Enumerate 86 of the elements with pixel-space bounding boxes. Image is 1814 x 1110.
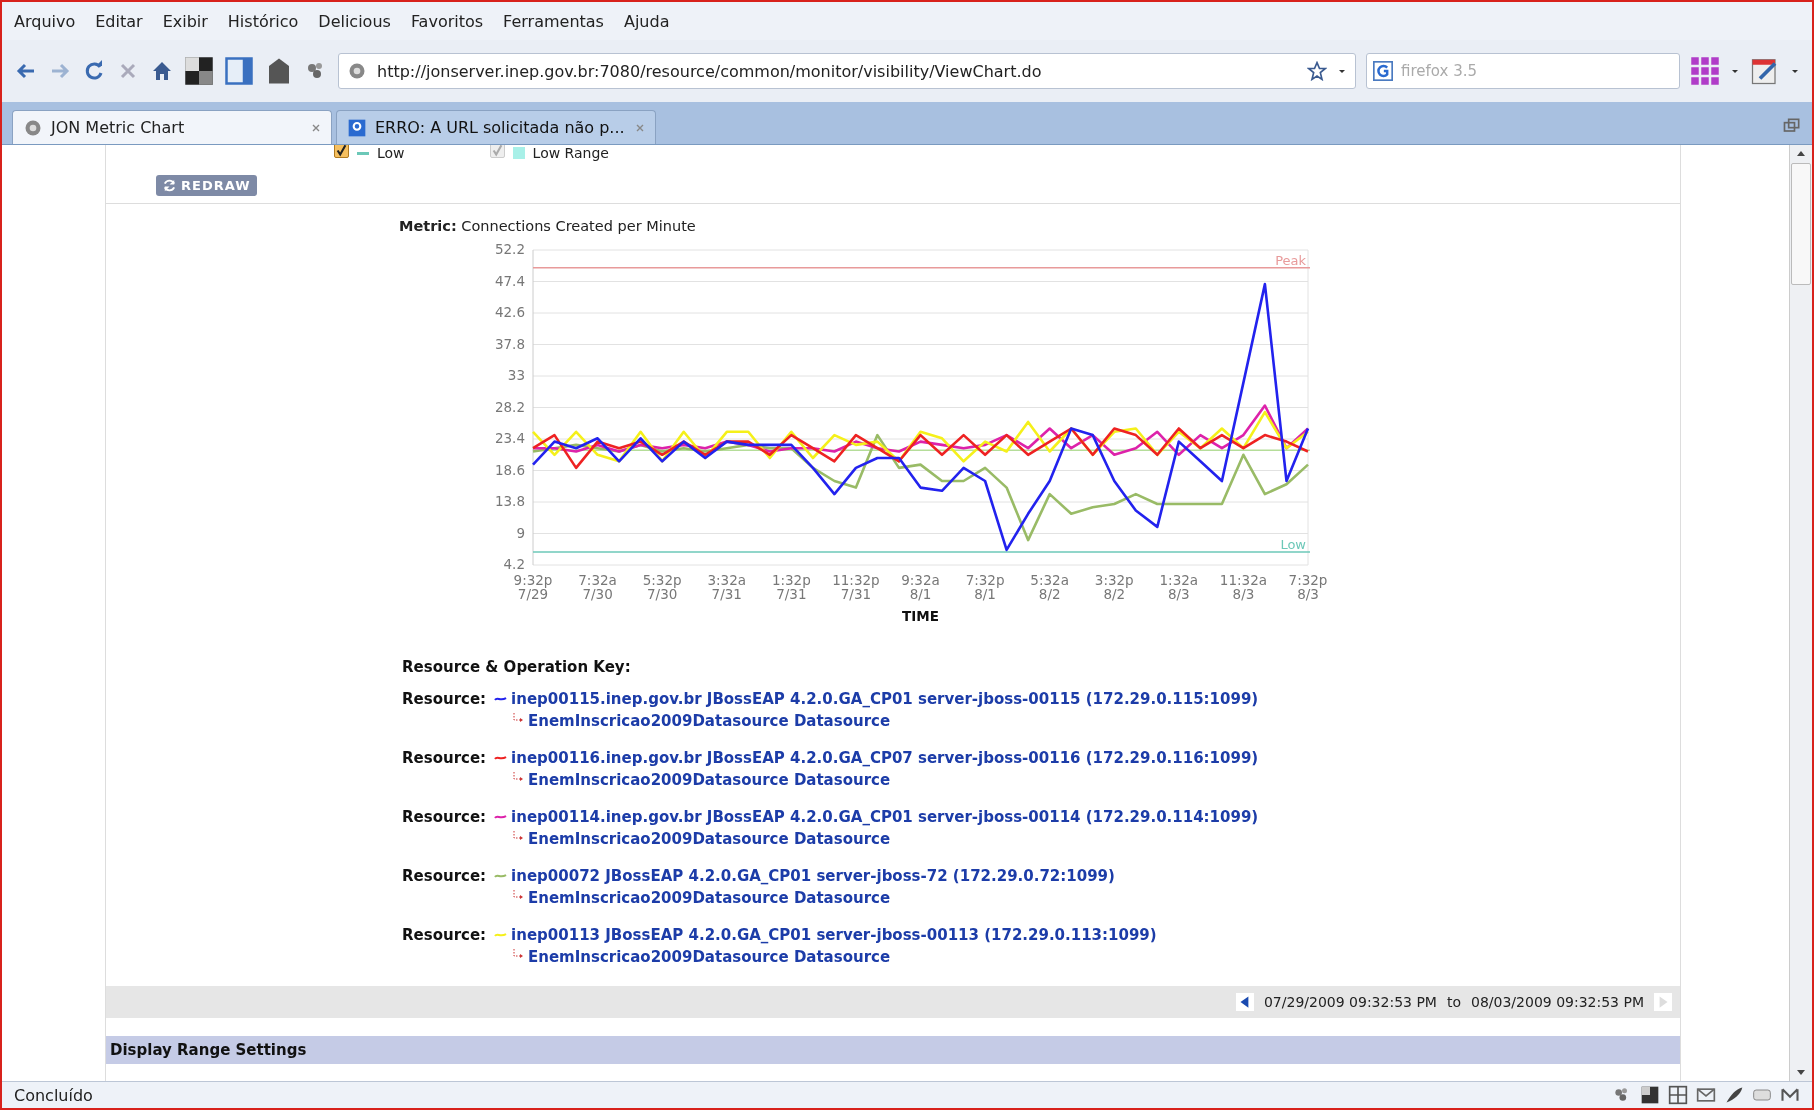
- address-bar[interactable]: http://jonserver.inep.gov.br:7080/resource/common/monitor/visibility/ViewChart.do: [338, 53, 1356, 89]
- reference-label: Peak: [1275, 252, 1306, 268]
- axis-tick-label: 33: [507, 367, 525, 383]
- operation-link[interactable]: EnemInscricao2009Datasource Datasource: [528, 889, 891, 907]
- resource-label: Resource:: [402, 749, 487, 767]
- resource-label: Resource:: [402, 867, 487, 885]
- search-engine-icon[interactable]: [1373, 61, 1393, 81]
- menu-item[interactable]: Exibir: [162, 11, 208, 31]
- axis-tick-label: 18.6: [494, 461, 525, 478]
- legend-label: Low: [377, 145, 405, 161]
- resource-link[interactable]: inep00116.inep.gov.br JBossEAP 4.2.0.GA_CP07 server-jboss-00116 (172.29.0.116:1099): [511, 749, 1259, 767]
- resource-label: Resource:: [402, 690, 487, 708]
- range-separator: to: [1446, 994, 1461, 1010]
- reference-label: Low: [1280, 536, 1306, 552]
- page-icon: [347, 117, 367, 138]
- menu-item[interactable]: Arquivo: [14, 11, 76, 31]
- child-arrow-icon: [512, 771, 524, 783]
- axis-tick-label: 7:32a 7/30: [578, 572, 617, 602]
- window-icon[interactable]: [224, 56, 254, 86]
- tiles-icon[interactable]: [1640, 1085, 1660, 1105]
- axis-tick-label: 52.2: [494, 241, 525, 257]
- tiles-icon[interactable]: [184, 56, 214, 86]
- key-title: Resource & Operation Key:: [402, 658, 632, 676]
- axis-tick-label: 1:32a 8/3: [1159, 572, 1199, 602]
- child-arrow-icon: [512, 830, 524, 842]
- axis-tick-label: 28.2: [494, 398, 525, 415]
- operation-link[interactable]: EnemInscricao2009Datasource Datasource: [528, 771, 891, 789]
- browser-tab[interactable]: JON Metric Chart: [12, 110, 332, 144]
- operation-link[interactable]: EnemInscricao2009Datasource Datasource: [528, 948, 891, 966]
- operation-link[interactable]: EnemInscricao2009Datasource Datasource: [528, 830, 891, 848]
- axis-tick-label: 47.4: [494, 272, 525, 289]
- range-end: 08/03/2009 09:32:53 PM: [1471, 994, 1644, 1010]
- child-arrow-icon: [512, 948, 524, 960]
- operation-link[interactable]: EnemInscricao2009Datasource Datasource: [528, 712, 891, 730]
- axis-tick-label: 42.6: [494, 304, 525, 320]
- axis-title: TIME: [902, 608, 939, 624]
- resource-link[interactable]: inep00115.inep.gov.br JBossEAP 4.2.0.GA_CP01 server-jboss-00115 (172.29.0.115:1099): [511, 690, 1259, 708]
- resource-link[interactable]: inep00113 JBossEAP 4.2.0.GA_CP01 server-jboss-00113 (172.29.0.113:1099): [511, 926, 1157, 944]
- axis-tick-label: 3:32a 7/31: [707, 572, 747, 602]
- menu-item[interactable]: Ferramentas: [503, 11, 604, 31]
- axis-tick-label: 5:32a 8/2: [1030, 572, 1069, 602]
- scrollbar-thumb[interactable]: [1791, 163, 1811, 285]
- axis-tick-label: 9: [516, 524, 525, 541]
- mail-icon[interactable]: [1696, 1085, 1716, 1105]
- range-start: 07/29/2009 09:32:53 PM: [1263, 994, 1437, 1010]
- axis-tick-label: 7:32p 8/3: [1288, 572, 1328, 602]
- child-arrow-icon: [512, 889, 524, 901]
- scrollbar[interactable]: [1789, 145, 1812, 1081]
- refresh-icon: [162, 178, 177, 193]
- grid-icon[interactable]: [1690, 56, 1720, 86]
- status-text: Concluído: [14, 1085, 93, 1105]
- axis-tick-label: 11:32a 8/3: [1219, 572, 1267, 602]
- menu-item[interactable]: Delicious: [318, 11, 391, 31]
- close-icon[interactable]: [311, 122, 321, 133]
- axis-tick-label: 23.4: [494, 430, 525, 446]
- axis-tick-label: 13.8: [494, 493, 525, 509]
- grid-icon[interactable]: [1668, 1085, 1688, 1105]
- axis-tick-label: 4.2: [503, 556, 525, 572]
- search-field[interactable]: firefox 3.5: [1366, 53, 1680, 89]
- metric-title: Metric: Connections Created per Minute: [399, 218, 697, 234]
- search-input[interactable]: firefox 3.5: [1399, 61, 1673, 81]
- resource-link[interactable]: inep00072 JBossEAP 4.2.0.GA_CP01 server-jboss-72 (172.29.0.72:1099): [511, 867, 1115, 885]
- menu-item[interactable]: Ajuda: [623, 11, 670, 31]
- legend-label: Low Range: [532, 145, 609, 161]
- resource-label: Resource:: [402, 926, 487, 944]
- section-header: Display Range Settings: [106, 1036, 1680, 1064]
- checkbox[interactable]: [334, 145, 349, 158]
- resource-label: Resource:: [402, 808, 487, 826]
- feather-icon[interactable]: [1724, 1085, 1744, 1105]
- resource-link[interactable]: inep00114.inep.gov.br JBossEAP 4.2.0.GA_CP01 server-jboss-00114 (172.29.0.114:1099): [511, 808, 1259, 826]
- previous-range-button[interactable]: [1235, 993, 1254, 1011]
- axis-tick-label: 9:32p 7/29: [513, 572, 553, 602]
- star-icon[interactable]: [1307, 61, 1327, 81]
- axis-tick-label: 5:32p 7/30: [642, 572, 682, 602]
- axis-tick-label: 11:32p 7/31: [832, 572, 880, 602]
- menu-item[interactable]: Histórico: [227, 11, 299, 31]
- child-arrow-icon: [512, 712, 524, 724]
- axis-tick-label: 7:32p 8/1: [965, 572, 1005, 602]
- axis-tick-label: 9:32a 8/1: [901, 572, 940, 602]
- axis-tick-label: 37.8: [494, 335, 525, 352]
- axis-tick-label: 3:32p 8/2: [1094, 572, 1134, 602]
- axis-tick-label: 1:32p 7/31: [771, 572, 811, 602]
- site-icon: [347, 61, 367, 81]
- menu-item[interactable]: Editar: [95, 11, 143, 31]
- browser-tab[interactable]: ERRO: A URL solicitada não p...: [336, 110, 656, 144]
- menu-item[interactable]: Favoritos: [410, 11, 484, 31]
